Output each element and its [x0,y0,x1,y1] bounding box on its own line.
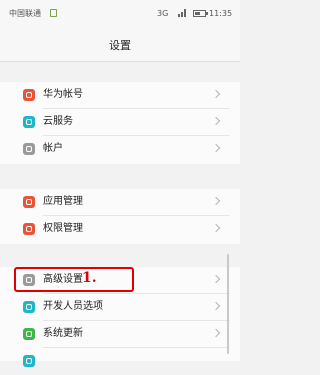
title-bar: 设置 [0,26,240,62]
system-update-icon [23,328,35,340]
sim-card-icon [50,9,57,17]
settings-item-app-management[interactable]: 应用管理 [0,189,240,216]
chevron-right-icon [211,89,221,99]
settings-item-account[interactable]: 帐户 [0,136,240,163]
chevron-right-icon [211,328,221,338]
settings-item-cloud-service[interactable]: 云服务 [0,109,240,136]
settings-item-label: 华为帐号 [43,89,83,100]
chevron-right-icon [211,223,221,233]
developer-options-icon [23,301,35,313]
annotation-label: 1. [82,270,97,286]
settings-item-label: 开发人员选项 [43,301,103,312]
partial-item-icon [23,355,35,367]
settings-item-label: 云服务 [43,116,73,127]
permission-icon [23,223,35,235]
account-icon [23,143,35,155]
chevron-right-icon [211,143,221,153]
settings-item-partial[interactable] [0,348,240,375]
network-type: 3G [157,9,169,18]
scrollbar[interactable] [227,254,229,354]
settings-item-huawei-account[interactable]: 华为帐号 [0,82,240,109]
settings-item-label: 权限管理 [43,223,83,234]
app-manage-icon [23,196,35,208]
cloud-icon [23,116,35,128]
settings-group-accounts: 华为帐号 云服务 帐户 [0,82,240,164]
settings-item-label: 系统更新 [43,328,83,339]
chevron-right-icon [211,116,221,126]
signal-icon [178,9,187,17]
status-bar: 中国联通 3G 11:35 [0,0,240,26]
huawei-account-icon [23,89,35,101]
highlight-box [14,267,134,292]
page-title: 设置 [109,39,131,52]
clock: 11:35 [209,9,233,18]
settings-item-label: 应用管理 [43,196,83,207]
chevron-right-icon [211,196,221,206]
chevron-right-icon [211,301,221,311]
settings-item-label: 帐户 [43,143,63,154]
settings-group-apps: 应用管理 权限管理 [0,189,240,244]
settings-item-system-update[interactable]: 系统更新 [0,321,240,348]
battery-icon [193,10,208,17]
settings-item-permission-management[interactable]: 权限管理 [0,216,240,243]
carrier-name: 中国联通 [9,9,41,18]
chevron-right-icon [211,274,221,284]
settings-item-developer-options[interactable]: 开发人员选项 [0,294,240,321]
